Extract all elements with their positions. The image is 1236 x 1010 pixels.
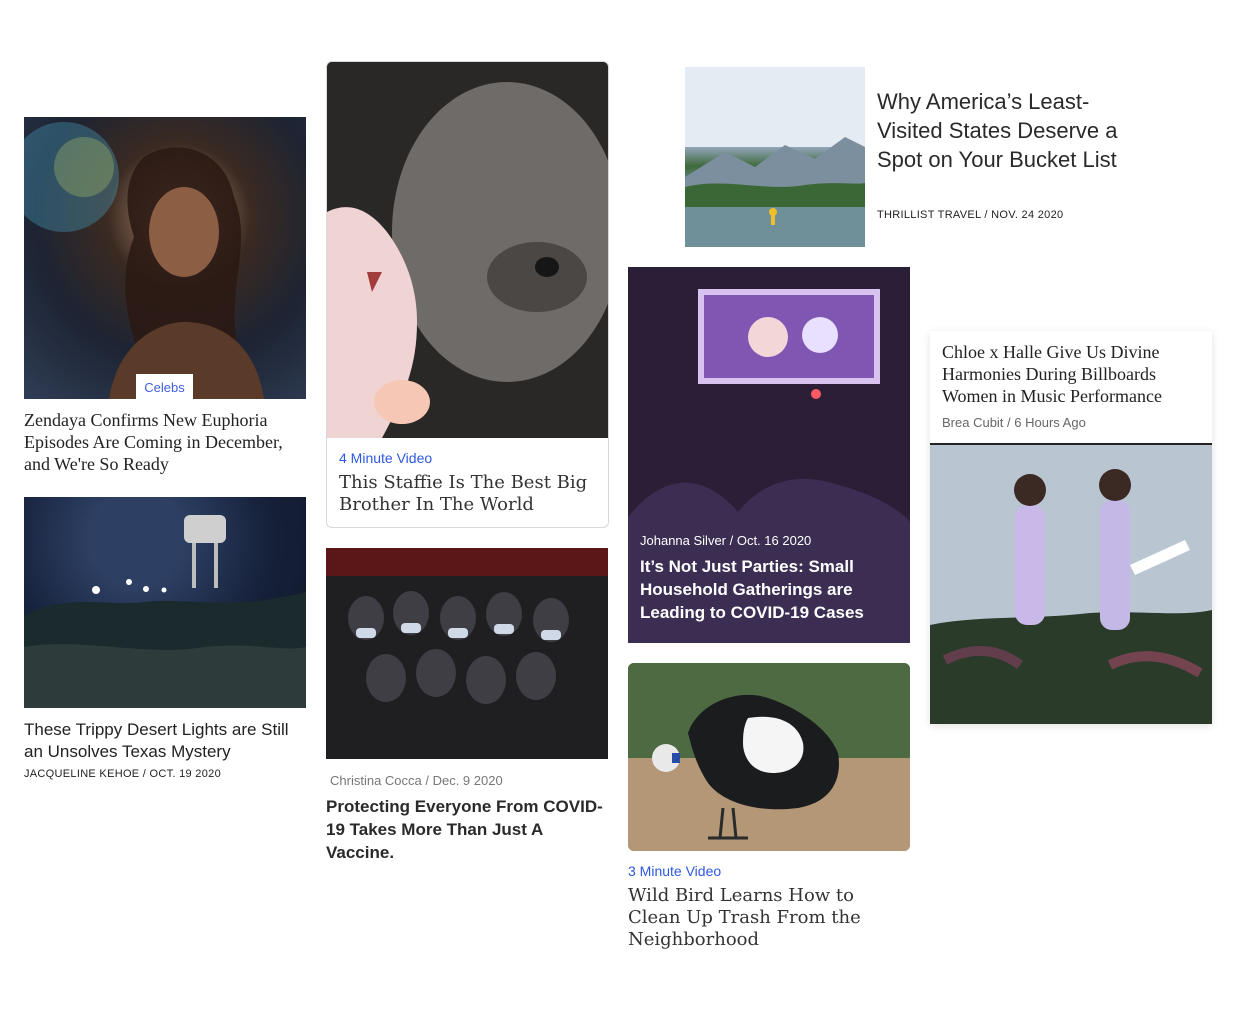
- article-title[interactable]: Chloe x Halle Give Us Divine Harmonies D…: [942, 341, 1204, 407]
- article-title[interactable]: Why America’s Least-Visited States Deser…: [877, 87, 1147, 174]
- article-title[interactable]: These Trippy Desert Lights are Still an …: [24, 719, 306, 763]
- article-image[interactable]: [930, 443, 1212, 724]
- article-title[interactable]: Zendaya Confirms New Euphoria Episodes A…: [24, 409, 306, 475]
- article-image[interactable]: [685, 67, 865, 247]
- article-meta: THRILLIST TRAVEL / NOV. 24 2020: [877, 209, 1064, 221]
- article-meta: Brea Cubit / 6 Hours Ago: [942, 415, 1086, 430]
- article-image[interactable]: [326, 548, 608, 759]
- article-image[interactable]: [628, 663, 910, 851]
- article-meta: JACQUELINE KEHOE / OCT. 19 2020: [24, 768, 221, 780]
- article-image[interactable]: [24, 117, 306, 399]
- article-meta: Christina Cocca / Dec. 9 2020: [330, 773, 503, 788]
- article-title[interactable]: Protecting Everyone From COVID-19 Takes …: [326, 795, 608, 864]
- article-title[interactable]: This Staffie Is The Best Big Brother In …: [339, 472, 594, 516]
- category-badge[interactable]: Celebs: [136, 374, 193, 399]
- article-image[interactable]: [327, 62, 608, 438]
- video-kicker[interactable]: 4 Minute Video: [339, 450, 432, 466]
- article-card-chloe-halle[interactable]: Chloe x Halle Give Us Divine Harmonies D…: [930, 331, 1212, 724]
- article-title[interactable]: It’s Not Just Parties: Small Household G…: [640, 555, 900, 624]
- video-kicker[interactable]: 3 Minute Video: [628, 863, 721, 879]
- article-title[interactable]: Wild Bird Learns How to Clean Up Trash F…: [628, 885, 910, 951]
- article-meta: Johanna Silver / Oct. 16 2020: [640, 533, 812, 548]
- article-card-staffie[interactable]: 4 Minute Video This Staffie Is The Best …: [326, 61, 609, 528]
- article-image[interactable]: [24, 497, 306, 708]
- article-card-household-gatherings[interactable]: Johanna Silver / Oct. 16 2020 It’s Not J…: [628, 267, 910, 643]
